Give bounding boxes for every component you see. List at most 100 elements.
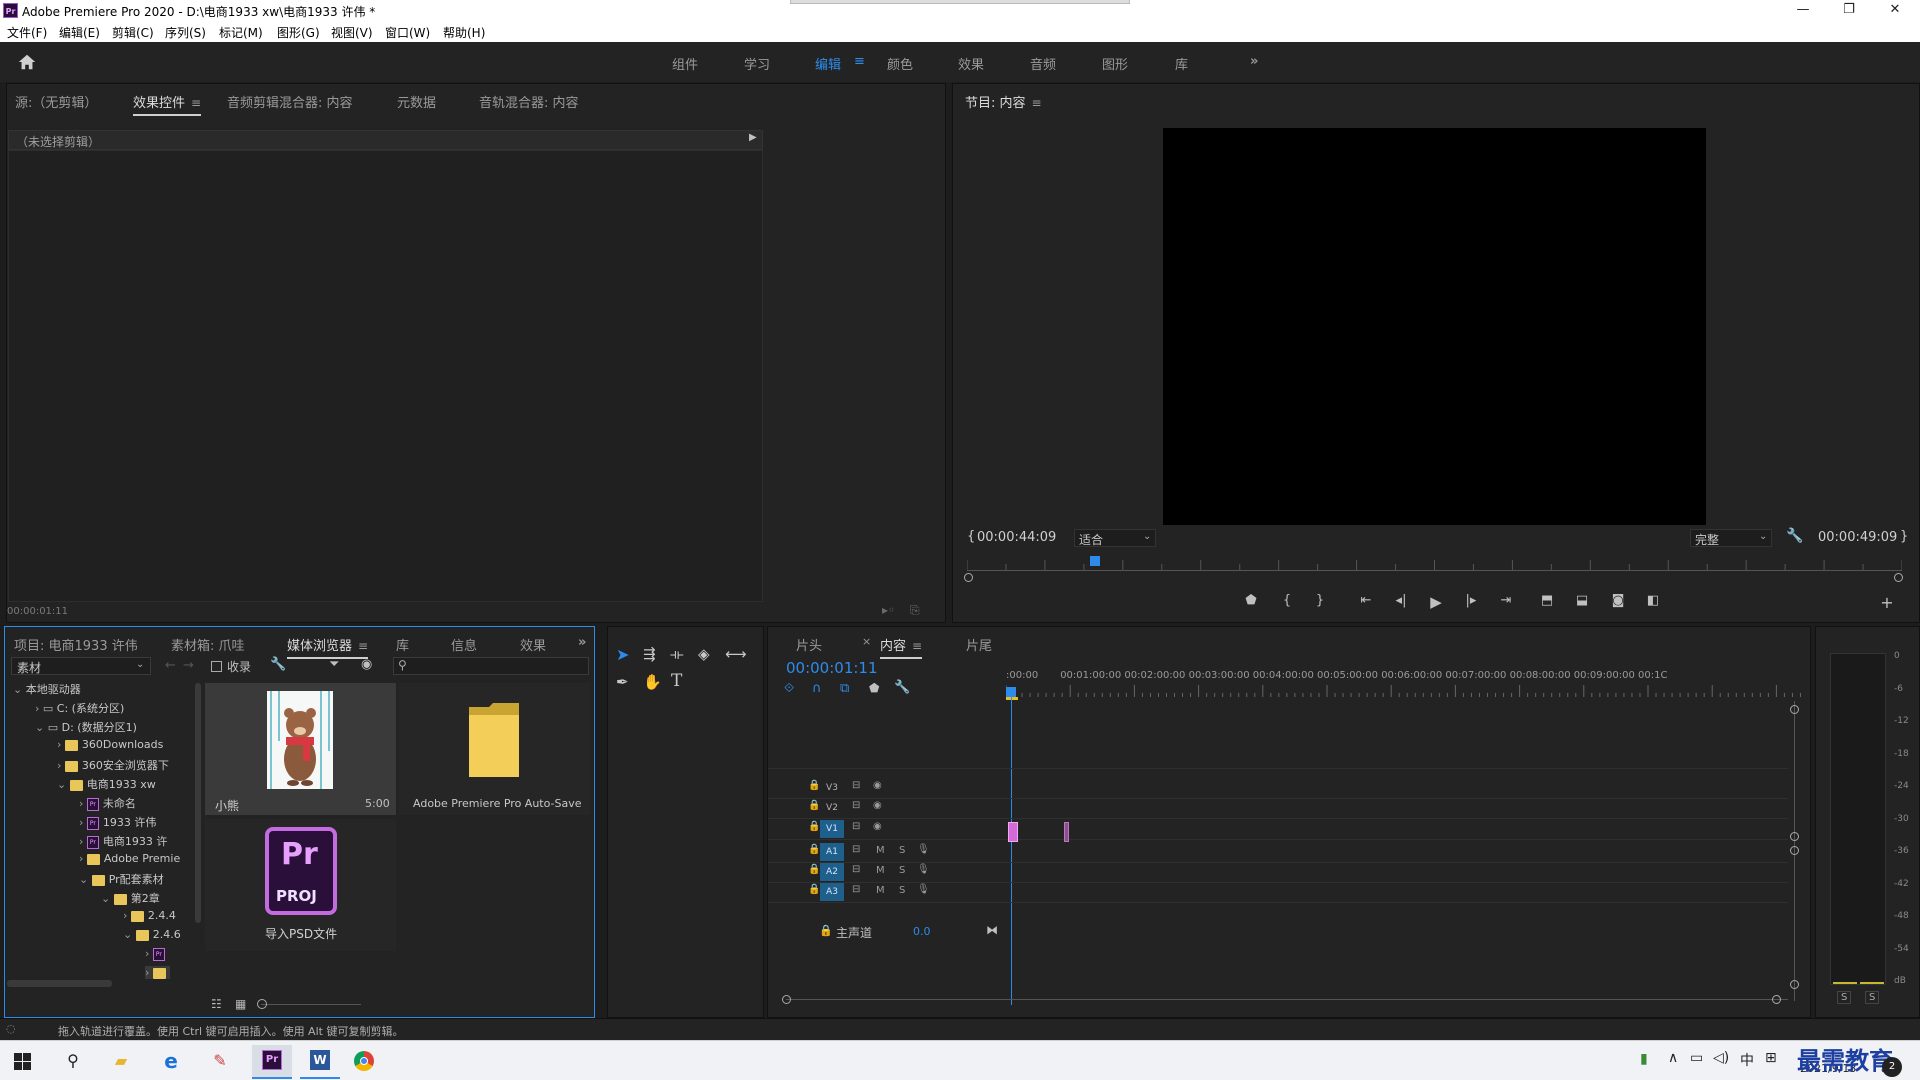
edge-browser-icon[interactable]: e xyxy=(156,1047,186,1075)
chevron-right-icon[interactable]: › xyxy=(79,835,87,848)
microphone-icon[interactable]: 🎙 xyxy=(917,884,930,895)
thumbnail-size-slider[interactable] xyxy=(261,1004,361,1005)
track-target-a1[interactable]: A1 xyxy=(820,843,844,861)
lock-icon[interactable]: 🔒 xyxy=(808,821,820,832)
master-go-to-icon[interactable]: ⧓ xyxy=(986,923,998,937)
menu-help[interactable]: 帮助(H) xyxy=(443,24,485,41)
panel-menu-icon[interactable]: ≡ xyxy=(1032,96,1042,110)
panel-menu-icon[interactable]: ≡ xyxy=(191,96,201,110)
solo-left-button[interactable]: S xyxy=(1837,991,1852,1004)
sync-lock-icon[interactable]: ⊟ xyxy=(852,884,860,895)
chevron-down-icon[interactable]: ⌄ xyxy=(123,928,136,941)
home-icon[interactable] xyxy=(17,52,37,72)
tab-libraries[interactable]: 库 xyxy=(396,635,409,654)
scroll-handle[interactable] xyxy=(1790,846,1799,855)
track-target-v2[interactable]: V2 xyxy=(820,799,844,817)
filter-funnel-icon[interactable]: ⏷ xyxy=(329,657,339,672)
hamburger-icon[interactable]: ≡ xyxy=(854,54,865,69)
chevron-right-icon[interactable]: › xyxy=(123,909,131,922)
eye-icon[interactable]: ◉ xyxy=(873,780,882,791)
sync-lock-icon[interactable]: ⊟ xyxy=(852,780,860,791)
expand-arrow-icon[interactable]: ▶ xyxy=(749,132,757,143)
quality-select[interactable]: 完整 ⌄ xyxy=(1690,529,1772,547)
filter-track-icon[interactable]: ▸◦ xyxy=(882,603,895,617)
wrench-icon[interactable]: 🔧 xyxy=(270,657,286,672)
chrome-icon[interactable] xyxy=(354,1051,374,1071)
lock-icon[interactable]: 🔒 xyxy=(808,844,820,855)
scroll-handle[interactable] xyxy=(1790,705,1799,714)
workspace-editing[interactable]: 编辑 xyxy=(815,54,841,73)
add-marker-icon[interactable]: ⬟ xyxy=(1240,593,1262,608)
hand-tool-icon[interactable]: ✋ xyxy=(643,673,662,691)
workspace-color[interactable]: 颜色 xyxy=(887,54,913,73)
list-view-icon[interactable]: ☷ xyxy=(211,997,222,1011)
chevron-right-icon[interactable]: › xyxy=(57,759,65,772)
ripple-edit-tool-icon[interactable]: ⟛ xyxy=(670,645,684,663)
media-item-proj[interactable]: Pr PROJ 导入PSD文件 xyxy=(205,819,396,951)
icon-view-icon[interactable]: ▦ xyxy=(235,997,246,1011)
add-button-icon[interactable]: + xyxy=(1876,593,1898,612)
tree-item[interactable]: › 360安全浏览器下 xyxy=(57,757,169,773)
tab-audio-clip-mixer[interactable]: 音频剪辑混合器: 内容 xyxy=(227,92,353,111)
step-back-icon[interactable]: ◂| xyxy=(1390,593,1412,608)
wrench-icon[interactable]: 🔧 xyxy=(1786,528,1803,544)
eye-view-icon[interactable]: ◉ xyxy=(361,657,372,672)
workspace-effects[interactable]: 效果 xyxy=(958,54,984,73)
export-frame-icon[interactable]: ⎘ xyxy=(910,603,920,618)
mute-button[interactable]: M xyxy=(876,885,885,896)
selection-tool-icon[interactable]: ➤ xyxy=(616,645,629,664)
camera-icon[interactable]: ◙ xyxy=(1607,593,1629,608)
solo-right-button[interactable]: S xyxy=(1865,991,1880,1004)
tab-source[interactable]: 源:（无剪辑） xyxy=(15,92,97,111)
sync-lock-icon[interactable]: ⊟ xyxy=(852,800,860,811)
solo-button[interactable]: S xyxy=(899,865,905,876)
workspace-audio[interactable]: 音频 xyxy=(1030,54,1056,73)
tab-media-browser[interactable]: 媒体浏览器 ≡ xyxy=(287,635,369,659)
scroll-handle[interactable] xyxy=(1772,995,1781,1004)
back-arrow-icon[interactable]: ← xyxy=(165,658,176,673)
network-icon[interactable]: ▭ xyxy=(1690,1050,1703,1066)
panel-menu-icon[interactable]: ≡ xyxy=(358,639,368,653)
keyboard-grid-icon[interactable]: ⊞ xyxy=(1765,1050,1777,1066)
scroll-handle[interactable] xyxy=(782,995,791,1004)
track-select-tool-icon[interactable]: ⇶ xyxy=(643,645,656,663)
mute-button[interactable]: M xyxy=(876,865,885,876)
media-item-autosave-folder[interactable]: Adobe Premiere Pro Auto-Save xyxy=(399,683,590,815)
video-clip[interactable] xyxy=(1064,822,1069,842)
razor-tool-icon[interactable]: ◈ xyxy=(698,645,710,663)
sync-lock-icon[interactable]: ⊟ xyxy=(852,864,860,875)
menu-window[interactable]: 窗口(W) xyxy=(385,24,430,41)
menu-view[interactable]: 视图(V) xyxy=(331,24,373,41)
chevron-down-icon[interactable]: ⌄ xyxy=(57,778,70,791)
filter-select[interactable]: 素材 ⌄ xyxy=(11,657,151,675)
lock-icon[interactable]: 🔒 xyxy=(808,884,820,895)
tab-audio-track-mixer[interactable]: 音轨混合器: 内容 xyxy=(479,92,579,111)
chevron-down-icon[interactable]: ⌄ xyxy=(35,721,48,734)
scroll-handle-right[interactable] xyxy=(1894,573,1903,582)
slider-handle[interactable] xyxy=(257,999,267,1009)
lock-icon[interactable]: 🔒 xyxy=(808,780,820,791)
menu-file[interactable]: 文件(F) xyxy=(7,24,47,41)
tab-info[interactable]: 信息 xyxy=(451,635,477,654)
volume-icon[interactable]: ◁) xyxy=(1713,1050,1729,1066)
tab-effect-controls[interactable]: 效果控件 ≡ xyxy=(133,92,202,116)
zoom-select[interactable]: 适合 ⌄ xyxy=(1074,529,1156,547)
tree-item[interactable]: › Pr 1933 许伟 xyxy=(79,814,156,830)
tree-item[interactable]: ⌄ 本地驱动器 xyxy=(13,681,81,697)
search-icon[interactable]: ⚲ xyxy=(58,1047,88,1075)
chevron-right-icon[interactable]: › xyxy=(79,816,87,829)
tree-item[interactable]: ⌄ Pr配套素材 xyxy=(79,871,164,887)
chevron-right-icon[interactable]: › xyxy=(79,852,87,865)
microphone-icon[interactable]: 🎙 xyxy=(917,844,930,855)
tree-item[interactable]: › Pr 电商1933 许 xyxy=(79,833,167,849)
menu-marker[interactable]: 标记(M) xyxy=(219,24,263,41)
program-playhead-time[interactable]: 00:00:44:09 xyxy=(977,530,1056,545)
menu-clip[interactable]: 剪辑(C) xyxy=(112,24,154,41)
tree-item[interactable]: ⌄ 电商1933 xw xyxy=(57,776,156,792)
pen-tool-icon[interactable]: ✒ xyxy=(616,673,629,691)
slip-tool-icon[interactable]: ⟷ xyxy=(725,645,747,663)
tab-metadata[interactable]: 元数据 xyxy=(397,92,436,111)
paint-app-icon[interactable]: ✎ xyxy=(205,1047,235,1075)
eye-icon[interactable]: ◉ xyxy=(873,821,882,832)
mark-out-icon[interactable]: } xyxy=(1309,593,1331,608)
